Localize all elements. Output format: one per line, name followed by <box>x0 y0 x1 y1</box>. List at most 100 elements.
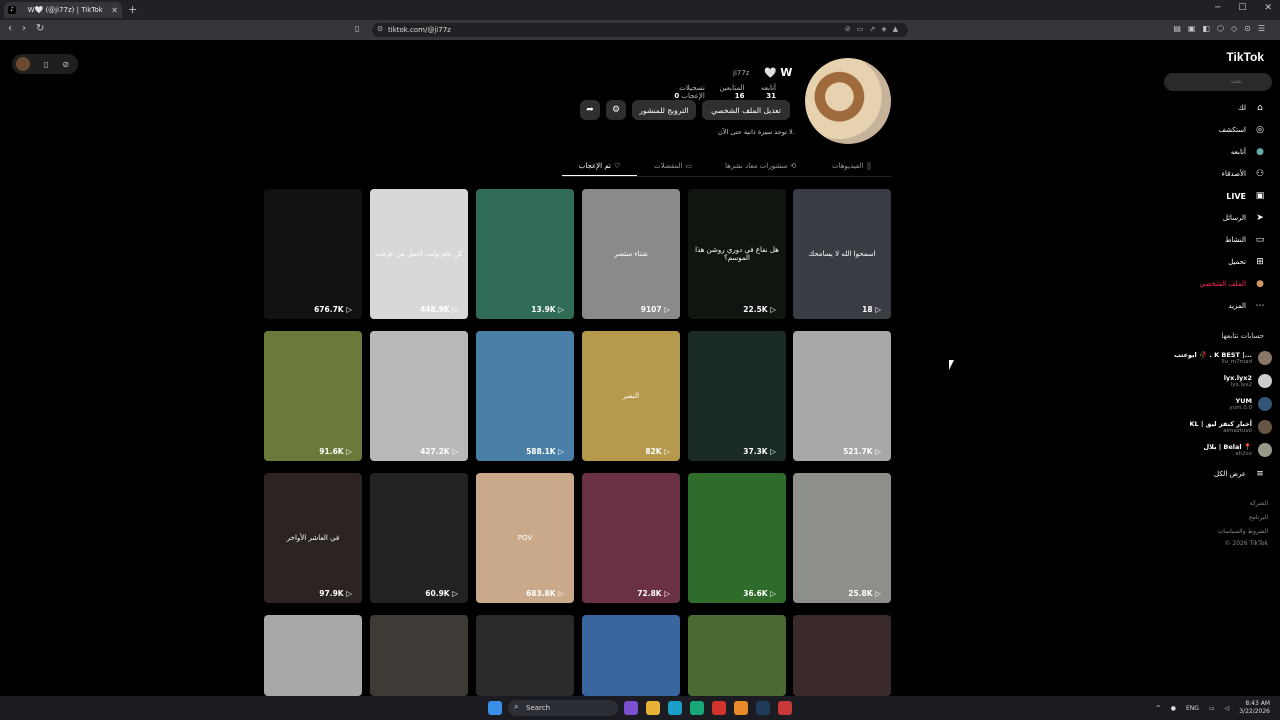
share-icon[interactable]: ➦ <box>580 100 600 120</box>
new-tab-button[interactable]: + <box>128 3 137 16</box>
view-count: 36.6K ▷ <box>743 589 776 598</box>
bookmark-icon[interactable]: ▯ <box>355 24 359 33</box>
edge-icon[interactable] <box>668 701 682 715</box>
back-icon[interactable]: ‹ <box>8 23 12 34</box>
tab-title: W🤍 (@ji77z) | TikTok <box>27 6 103 14</box>
nav-item-live[interactable]: LIVE ▣ <box>1166 186 1266 206</box>
windows-start-icon[interactable] <box>488 701 502 715</box>
nav-item-following[interactable]: أتابعه ● <box>1166 142 1266 162</box>
video-card[interactable]: 13.9K ▷ <box>476 189 574 319</box>
address-bar: ‹ › ↻ ▯ ⚙ tiktok.com/@ji77z ⊘▭⇗◈▲ ▤▣◧⬡◇⊙… <box>0 20 1280 40</box>
reload-icon[interactable]: ↻ <box>36 23 44 34</box>
video-card[interactable]: هل نفاع في دوري روشن هذا الموسم؟ 22.5K ▷ <box>688 189 786 319</box>
tab-videos[interactable]: الفيديوهات ⣿ <box>832 156 872 176</box>
video-card[interactable]: 676.7K ▷ <box>264 189 362 319</box>
video-card[interactable]: 427.2K ▷ <box>370 331 468 461</box>
close-window-icon[interactable]: ✕ <box>1264 3 1272 13</box>
url-field[interactable]: ⚙ tiktok.com/@ji77z ⊘▭⇗◈▲ <box>372 23 908 37</box>
nav-item-profile[interactable]: الملف الشخصي ● <box>1166 274 1266 294</box>
taskbar-search[interactable]: ⌕ Search <box>508 700 618 716</box>
nav-label: لك <box>1237 104 1246 112</box>
video-card[interactable]: شتاء منتصر 9107 ▷ <box>582 189 680 319</box>
tab-liked[interactable]: تم الإعجاب ♡ <box>562 156 637 176</box>
nav-item-for-you[interactable]: لك ⌂ <box>1166 98 1266 118</box>
nav-item-activity[interactable]: النشاط ▭ <box>1166 230 1266 250</box>
tiktok-logo[interactable]: TikTok <box>1226 50 1264 64</box>
video-card[interactable]: 25.8K ▷ <box>793 473 891 603</box>
nav-item-upload[interactable]: تحميل ⊞ <box>1166 252 1266 272</box>
footer-link[interactable]: الشروط والسياسات <box>1218 528 1268 535</box>
language-indicator[interactable]: ENG <box>1186 705 1199 712</box>
promote-post-button[interactable]: الترويج للمنشور <box>632 100 696 120</box>
tab-reposts[interactable]: منشورات معاد نشرها ⟲ <box>725 156 796 176</box>
stat-label: المتابعين <box>719 84 745 92</box>
video-card[interactable] <box>793 615 891 696</box>
nav-item-explore[interactable]: استكشف ◎ <box>1166 120 1266 140</box>
nav-item-friends[interactable]: الأصدقاء ⚇ <box>1166 164 1266 184</box>
url-action-icons[interactable]: ⊘▭⇗◈▲ <box>845 25 904 33</box>
steam-icon[interactable] <box>756 701 770 715</box>
video-card[interactable]: POV 683.8K ▷ <box>476 473 574 603</box>
video-card[interactable] <box>476 615 574 696</box>
volume-icon[interactable]: ◁ <box>1225 705 1230 712</box>
stat-following[interactable]: أتابعه 31 <box>752 84 776 100</box>
video-card[interactable]: كل عام وانت اجمل من عرفت 448.9K ▷ <box>370 189 468 319</box>
video-card[interactable] <box>582 615 680 696</box>
footer-link[interactable]: الشركة <box>1250 500 1268 507</box>
stat-followers[interactable]: المتابعين 16 <box>713 84 745 100</box>
minimize-icon[interactable]: ─ <box>1215 3 1220 13</box>
app-icon[interactable] <box>624 701 638 715</box>
app-icon[interactable] <box>778 701 792 715</box>
app-icon[interactable] <box>690 701 704 715</box>
app-icon[interactable] <box>734 701 748 715</box>
search-input[interactable]: بحث <box>1164 73 1272 91</box>
play-icon: ▷ <box>449 589 458 598</box>
show-all-link[interactable]: عرض الكل ≡ <box>1166 464 1266 484</box>
profile-tabs: الفيديوهات ⣿ منشورات معاد نشرها ⟲ المفضلات… <box>562 156 892 176</box>
toolbar-icons[interactable]: ▤▣◧⬡◇⊙☰ <box>1173 24 1272 33</box>
video-card[interactable]: 521.7K ▷ <box>793 331 891 461</box>
network-icon[interactable]: ▭ <box>1209 705 1215 712</box>
video-card[interactable]: النصر 82K ▷ <box>582 331 680 461</box>
settings-icon[interactable]: ⚙ <box>606 100 626 120</box>
video-card[interactable]: في العاشر الأواخر 97.9K ▷ <box>264 473 362 603</box>
followed-account[interactable]: lyx.lyx2 lyx.lyx2 <box>1162 371 1272 391</box>
play-icon: ▷ <box>767 589 776 598</box>
followed-account[interactable]: بلال | Belal 📍 eh2sv <box>1162 440 1272 460</box>
folder-icon[interactable] <box>646 701 660 715</box>
video-card[interactable]: 588.1K ▷ <box>476 331 574 461</box>
tab-favorites[interactable]: المفضلات ▭ <box>654 156 692 176</box>
site-info-icon[interactable]: ⚙ <box>377 25 383 33</box>
video-card[interactable] <box>264 615 362 696</box>
phone-icon[interactable]: ▯ <box>44 60 48 69</box>
maximize-icon[interactable]: ☐ <box>1238 3 1246 13</box>
followed-account[interactable]: ابوعتب 🥀 . K BEST |... llu_m7mad <box>1162 348 1272 368</box>
mic-icon[interactable]: ● <box>1171 705 1176 712</box>
video-card[interactable]: 37.3K ▷ <box>688 331 786 461</box>
video-card[interactable] <box>370 615 468 696</box>
video-card[interactable]: اسمحوا الله لا يسامحك 18 ▷ <box>793 189 891 319</box>
footer-link[interactable]: البرنامج <box>1249 514 1268 521</box>
video-card[interactable] <box>688 615 786 696</box>
browser-tab[interactable]: ♪ W🤍 (@ji77z) | TikTok ✕ <box>4 2 122 18</box>
video-card[interactable]: 72.8K ▷ <box>582 473 680 603</box>
avatar[interactable] <box>16 57 30 71</box>
followed-account[interactable]: YUM yum.0.0 <box>1162 394 1272 414</box>
chevron-up-icon[interactable]: ^ <box>1156 705 1161 712</box>
brave-icon[interactable] <box>712 701 726 715</box>
video-caption: النصر <box>622 392 640 400</box>
nav-item-messages[interactable]: الرسائل ➤ <box>1166 208 1266 228</box>
tab-close-icon[interactable]: ✕ <box>111 6 118 15</box>
compass-icon[interactable]: ⊘ <box>62 60 69 69</box>
stat-value: 31 <box>766 92 776 100</box>
video-card[interactable]: 36.6K ▷ <box>688 473 786 603</box>
profile-avatar[interactable] <box>805 58 891 144</box>
video-card[interactable]: 60.9K ▷ <box>370 473 468 603</box>
forward-icon[interactable]: › <box>22 23 26 34</box>
clock[interactable]: 8:43 AM 3/22/2026 <box>1239 700 1270 716</box>
nav-item-more[interactable]: المزيد ⋯ <box>1166 296 1266 316</box>
followed-account[interactable]: KL | أخبار كنقز ليق almaztuvo <box>1162 417 1272 437</box>
edit-profile-button[interactable]: تعديل الملف الشخصي <box>702 100 790 120</box>
play-icon: ▷ <box>449 447 458 456</box>
video-card[interactable]: 91.6K ▷ <box>264 331 362 461</box>
